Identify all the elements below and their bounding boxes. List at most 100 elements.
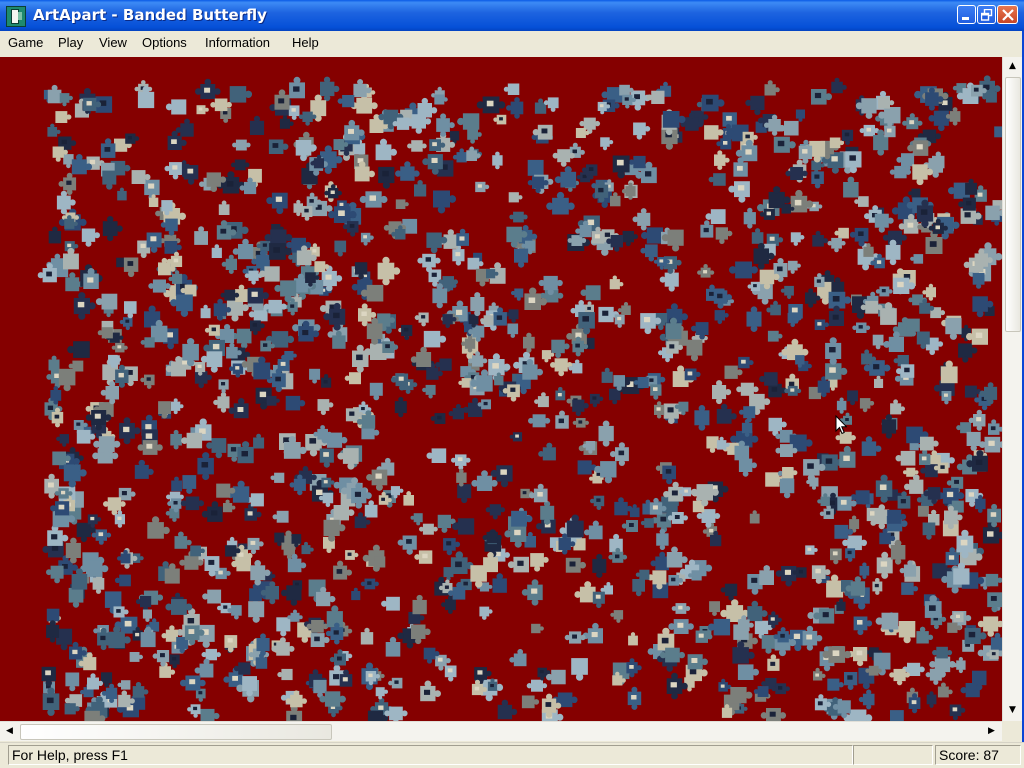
puzzle-piece[interactable] <box>528 414 551 428</box>
puzzle-piece[interactable] <box>628 632 638 646</box>
puzzle-piece[interactable] <box>180 496 204 511</box>
puzzle-piece[interactable] <box>829 137 844 149</box>
puzzle-piece[interactable] <box>836 397 847 414</box>
puzzle-piece[interactable] <box>614 497 633 516</box>
puzzle-piece[interactable] <box>937 682 953 698</box>
puzzle-piece[interactable] <box>666 672 688 700</box>
puzzle-piece[interactable] <box>213 392 230 413</box>
puzzle-piece[interactable] <box>574 581 596 603</box>
puzzle-piece[interactable] <box>286 705 303 721</box>
puzzle-piece[interactable] <box>736 382 759 396</box>
puzzle-piece[interactable] <box>117 680 131 690</box>
puzzle-piece[interactable] <box>218 379 229 394</box>
puzzle-piece[interactable] <box>577 460 597 475</box>
puzzle-piece[interactable] <box>508 192 523 203</box>
puzzle-piece[interactable] <box>364 500 378 518</box>
puzzle-piece[interactable] <box>780 285 794 299</box>
puzzle-piece[interactable] <box>113 606 129 618</box>
puzzle-piece[interactable] <box>360 627 374 645</box>
puzzle-piece[interactable] <box>848 647 868 667</box>
puzzle-piece[interactable] <box>716 138 732 150</box>
puzzle-piece[interactable] <box>201 648 221 661</box>
puzzle-piece[interactable] <box>58 368 76 392</box>
puzzle-piece[interactable] <box>766 300 781 316</box>
puzzle-piece[interactable] <box>825 337 842 365</box>
puzzle-piece[interactable] <box>627 686 642 710</box>
puzzle-piece[interactable] <box>197 624 215 648</box>
puzzle-piece[interactable] <box>972 272 985 289</box>
puzzle-piece[interactable] <box>458 378 472 388</box>
puzzle-piece[interactable] <box>694 405 710 431</box>
puzzle-piece[interactable] <box>117 187 127 201</box>
puzzle-piece[interactable] <box>706 436 719 453</box>
puzzle-piece[interactable] <box>414 180 427 197</box>
puzzle-piece[interactable] <box>657 627 675 651</box>
puzzle-piece[interactable] <box>813 667 826 681</box>
puzzle-piece[interactable] <box>100 138 116 158</box>
puzzle-piece[interactable] <box>397 535 417 555</box>
puzzle-piece[interactable] <box>195 78 221 99</box>
puzzle-piece[interactable] <box>926 691 937 708</box>
puzzle-piece[interactable] <box>377 256 401 286</box>
puzzle-piece[interactable] <box>708 173 726 186</box>
puzzle-piece[interactable] <box>132 682 149 698</box>
puzzle-piece[interactable] <box>656 528 669 550</box>
puzzle-piece[interactable] <box>668 619 694 634</box>
puzzle-piece[interactable] <box>916 626 934 644</box>
puzzle-piece[interactable] <box>874 213 894 233</box>
puzzle-piece[interactable] <box>47 123 61 137</box>
puzzle-piece[interactable] <box>485 504 505 520</box>
puzzle-piece[interactable] <box>281 585 302 606</box>
puzzle-piece[interactable] <box>895 450 916 466</box>
puzzle-piece[interactable] <box>858 689 875 710</box>
puzzle-piece[interactable] <box>509 432 523 442</box>
puzzle-piece[interactable] <box>802 625 823 651</box>
puzzle-piece[interactable] <box>456 228 469 246</box>
puzzle-piece[interactable] <box>250 320 265 336</box>
puzzle-piece[interactable] <box>279 115 294 129</box>
puzzle-piece[interactable] <box>836 598 846 611</box>
puzzle-piece[interactable] <box>872 578 883 595</box>
puzzle-piece[interactable] <box>161 625 179 642</box>
puzzle-piece[interactable] <box>896 364 915 378</box>
scroll-right-icon[interactable]: ▶ <box>983 723 1000 740</box>
puzzle-piece[interactable] <box>564 631 586 644</box>
puzzle-piece[interactable] <box>511 510 533 527</box>
puzzle-piece[interactable] <box>444 665 457 682</box>
puzzle-piece[interactable] <box>124 301 137 319</box>
puzzle-piece[interactable] <box>414 550 433 564</box>
puzzle-piece[interactable] <box>476 96 506 114</box>
puzzle-piece[interactable] <box>743 207 756 229</box>
puzzle-piece[interactable] <box>759 565 774 585</box>
puzzle-piece[interactable] <box>859 562 870 580</box>
puzzle-piece[interactable] <box>555 387 566 401</box>
puzzle-piece[interactable] <box>827 237 846 253</box>
puzzle-piece[interactable] <box>136 596 152 612</box>
puzzle-piece[interactable] <box>423 330 447 348</box>
puzzle-piece[interactable] <box>467 129 482 144</box>
puzzle-piece[interactable] <box>506 97 524 119</box>
puzzle-piece[interactable] <box>956 422 972 434</box>
puzzle-piece[interactable] <box>451 454 471 470</box>
puzzle-piece[interactable] <box>171 476 182 492</box>
puzzle-piece[interactable] <box>366 469 388 491</box>
puzzle-piece[interactable] <box>787 260 801 274</box>
puzzle-piece[interactable] <box>385 636 401 657</box>
puzzle-piece[interactable] <box>878 96 895 109</box>
puzzle-piece[interactable] <box>497 699 518 720</box>
puzzle-piece[interactable] <box>704 125 724 140</box>
puzzle-piece[interactable] <box>572 399 589 417</box>
puzzle-piece[interactable] <box>129 652 143 662</box>
puzzle-piece[interactable] <box>119 317 133 331</box>
puzzle-piece[interactable] <box>760 708 787 721</box>
puzzle-piece[interactable] <box>985 205 1002 221</box>
puzzle-piece[interactable] <box>767 654 780 671</box>
puzzle-piece[interactable] <box>919 449 931 465</box>
puzzle-piece[interactable] <box>420 680 441 702</box>
puzzle-piece[interactable] <box>319 448 334 468</box>
puzzle-piece[interactable] <box>834 227 849 239</box>
puzzle-piece[interactable] <box>359 191 388 208</box>
puzzle-piece[interactable] <box>853 616 873 636</box>
puzzle-piece[interactable] <box>534 98 547 114</box>
puzzle-piece[interactable] <box>301 206 313 221</box>
